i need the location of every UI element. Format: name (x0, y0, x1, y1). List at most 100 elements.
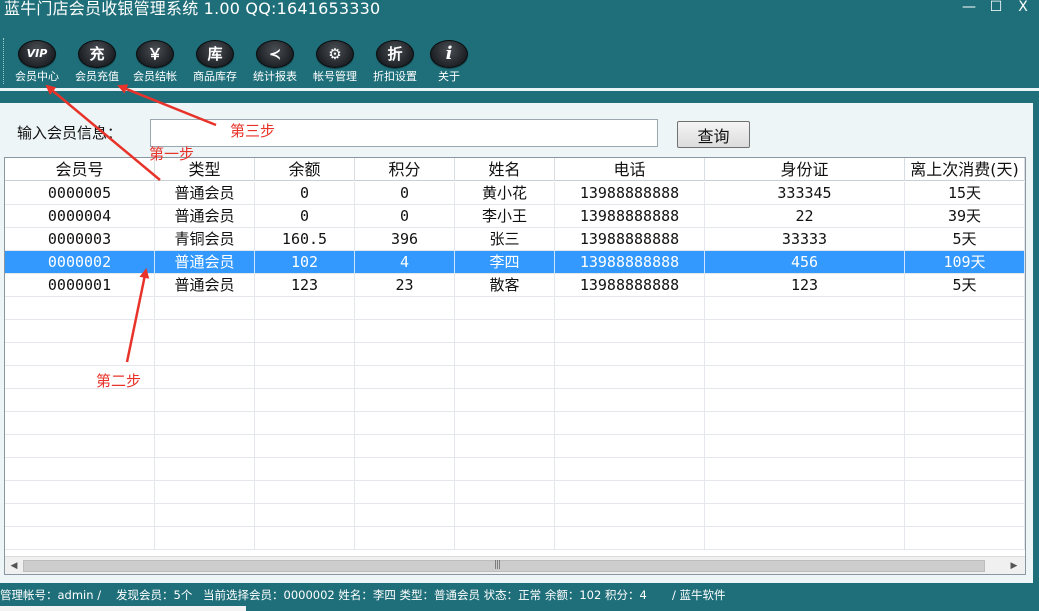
table-cell (455, 412, 555, 435)
close-button[interactable]: X (1012, 0, 1034, 16)
empty-row (5, 412, 1025, 435)
table-cell (905, 435, 1025, 458)
table-row[interactable]: 0000001 普通会员 123 23 散客 13988888888 123 5天 (5, 274, 1025, 297)
table-cell (455, 481, 555, 504)
column-header[interactable]: 电话 (555, 158, 705, 181)
toolbar-button-6[interactable]: ⚙ 帐号管理 (306, 40, 364, 86)
table-cell (705, 412, 905, 435)
table-cell (705, 366, 905, 389)
empty-row (5, 343, 1025, 366)
toolbar-label: 会员充值 (75, 70, 119, 83)
horizontal-scrollbar[interactable]: ◀ ||| ▶ (5, 556, 1025, 574)
table-cell (255, 481, 355, 504)
table-cell (5, 297, 155, 320)
table-cell: 39天 (905, 205, 1025, 228)
column-header[interactable]: 身份证 (705, 158, 905, 181)
table-cell (255, 458, 355, 481)
column-header[interactable]: 积分 (355, 158, 455, 181)
table-cell: 李小王 (455, 205, 555, 228)
member-search-input[interactable] (150, 119, 658, 147)
empty-row (5, 320, 1025, 343)
column-header[interactable]: 会员号 (5, 158, 155, 181)
table-cell (455, 504, 555, 527)
empty-row (5, 527, 1025, 550)
window-title: 蓝牛门店会员收银管理系统 1.00 QQ:1641653330 (4, 0, 381, 18)
table-cell: 22 (705, 205, 905, 228)
query-button[interactable]: 查询 (677, 121, 750, 148)
toolbar-button-2[interactable]: 充会员充值 (68, 40, 126, 86)
table-cell: 13988888888 (555, 274, 705, 297)
table-cell (455, 297, 555, 320)
table-cell (705, 320, 905, 343)
table-cell (355, 343, 455, 366)
table-cell: 5天 (905, 274, 1025, 297)
toolbar-button-4[interactable]: 库商品库存 (186, 40, 244, 86)
chart-icon: ≺ (256, 40, 294, 68)
scroll-grip: ||| (494, 560, 501, 570)
table-cell (555, 366, 705, 389)
table-row[interactable]: 0000004 普通会员 0 0 李小王 13988888888 22 39天 (5, 205, 1025, 228)
toolbar-button-3[interactable]: ￥ 会员结帐 (126, 40, 184, 86)
scroll-thumb[interactable]: ||| (23, 560, 985, 572)
table-cell (905, 481, 1025, 504)
table-cell (5, 504, 155, 527)
maximize-button[interactable]: ☐ (985, 0, 1007, 16)
column-header[interactable]: 姓名 (455, 158, 555, 181)
toolbar-label: 折扣设置 (373, 70, 417, 83)
table-cell (705, 458, 905, 481)
table-cell: 普通会员 (155, 205, 255, 228)
table-cell (455, 366, 555, 389)
table-cell (5, 412, 155, 435)
table-cell: 23 (355, 274, 455, 297)
empty-row (5, 481, 1025, 504)
table-row[interactable]: 0000002 普通会员 102 4 李四 13988888888 456 109天 (5, 251, 1025, 274)
grid-rows: 0000005 普通会员 0 0 黄小花 13988888888 333345 15天 0000… (5, 182, 1025, 550)
table-cell (155, 389, 255, 412)
table-cell: 0000001 (5, 274, 155, 297)
table-cell (705, 481, 905, 504)
main-panel: 输入会员信息： 查询 会员号 类型 余额 积分 姓名 电话 身份证 离上次消费(天) 0000… (0, 103, 1033, 583)
table-row[interactable]: 0000005 普通会员 0 0 黄小花 13988888888 333345 15天 (5, 182, 1025, 205)
table-cell: 160.5 (255, 228, 355, 251)
column-header[interactable]: 离上次消费(天) (905, 158, 1025, 181)
table-cell (155, 412, 255, 435)
minimize-button[interactable]: — (958, 0, 980, 16)
table-cell: 123 (255, 274, 355, 297)
info-icon: i (430, 40, 468, 68)
table-cell: 13988888888 (555, 182, 705, 205)
table-cell: 张三 (455, 228, 555, 251)
toolbar-button-8[interactable]: i 关于 (420, 40, 478, 86)
table-cell (255, 527, 355, 550)
table-cell: 普通会员 (155, 274, 255, 297)
table-cell (155, 435, 255, 458)
toolbar-button-1[interactable]: VIP 会员中心 (8, 40, 66, 86)
table-cell: 0000002 (5, 251, 155, 274)
table-cell (905, 458, 1025, 481)
table-cell (255, 412, 355, 435)
scroll-right-icon[interactable]: ▶ (1007, 559, 1021, 573)
table-cell (5, 527, 155, 550)
table-cell (155, 458, 255, 481)
table-cell (5, 343, 155, 366)
toolbar-button-5[interactable]: ≺ 统计报表 (246, 40, 304, 86)
discount-icon: 折 (376, 40, 414, 68)
table-cell: 13988888888 (555, 251, 705, 274)
table-cell (255, 389, 355, 412)
member-grid[interactable]: 会员号 类型 余额 积分 姓名 电话 身份证 离上次消费(天) 0000005 普通会员 0 0 黄小… (4, 157, 1026, 575)
table-row[interactable]: 0000003 青铜会员 160.5 396 张三 13988888888 33333 5天 (5, 228, 1025, 251)
table-cell (555, 412, 705, 435)
toolbar-button-7[interactable]: 折折扣设置 (366, 40, 424, 86)
table-cell (5, 481, 155, 504)
table-cell (255, 297, 355, 320)
table-cell (155, 366, 255, 389)
column-header[interactable]: 余额 (255, 158, 355, 181)
scroll-left-icon[interactable]: ◀ (7, 559, 21, 573)
table-cell: 5天 (905, 228, 1025, 251)
table-cell (255, 366, 355, 389)
table-cell (255, 504, 355, 527)
table-cell (355, 458, 455, 481)
table-cell: 123 (705, 274, 905, 297)
toolbar-label: 会员中心 (15, 70, 59, 83)
table-cell (555, 389, 705, 412)
table-cell (555, 297, 705, 320)
